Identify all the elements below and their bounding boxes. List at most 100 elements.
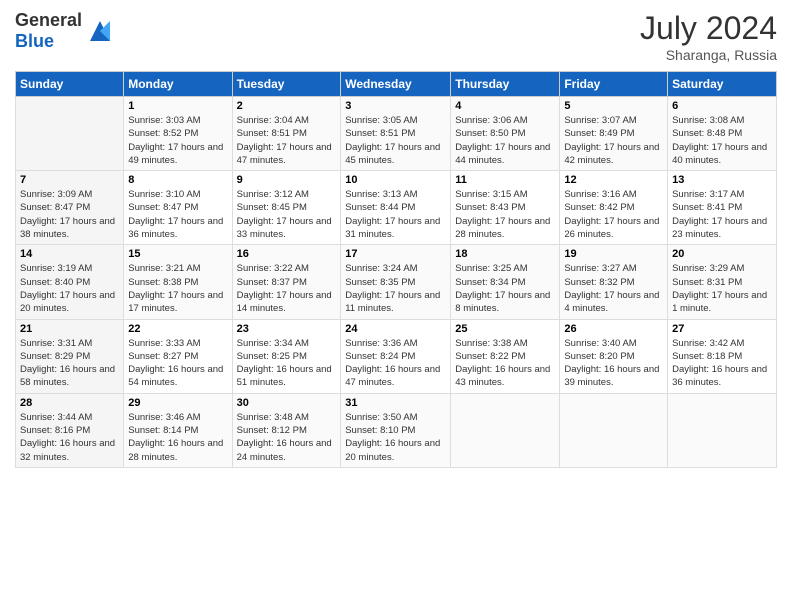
day-number: 11 — [455, 174, 555, 186]
day-info: Sunrise: 3:07 AM Sunset: 8:49 PM Dayligh… — [564, 114, 663, 167]
calendar-cell: 5 Sunrise: 3:07 AM Sunset: 8:49 PM Daylig… — [560, 97, 668, 171]
calendar-cell: 25 Sunrise: 3:38 AM Sunset: 8:22 PM Dayli… — [451, 319, 560, 393]
calendar-cell: 3Sunrise: 3:05 AM Sunset: 8:51 PM Daylig… — [341, 97, 451, 171]
col-saturday: Saturday — [668, 72, 777, 97]
day-number: 31 — [345, 397, 446, 409]
calendar-week-1: 7Sunrise: 3:09 AM Sunset: 8:47 PM Daylig… — [16, 171, 777, 245]
day-number: 20 — [672, 248, 772, 260]
calendar-cell: 20 Sunrise: 3:29 AM Sunset: 8:31 PM Dayli… — [668, 245, 777, 319]
day-number: 27 — [672, 323, 772, 335]
day-info: Sunrise: 3:29 AM Sunset: 8:31 PM Dayligh… — [672, 262, 772, 315]
day-info: Sunrise: 3:03 AM Sunset: 8:52 PM Dayligh… — [128, 114, 227, 167]
day-number: 25 — [455, 323, 555, 335]
col-monday: Monday — [124, 72, 232, 97]
day-info: Sunrise: 3:17 AM Sunset: 8:41 PM Dayligh… — [672, 188, 772, 241]
day-info: Sunrise: 3:19 AM Sunset: 8:40 PM Dayligh… — [20, 262, 119, 315]
calendar-cell: 30 Sunrise: 3:48 AM Sunset: 8:12 PM Dayli… — [232, 393, 341, 467]
day-info: Sunrise: 3:31 AM Sunset: 8:29 PM Dayligh… — [20, 337, 119, 390]
calendar-cell: 26 Sunrise: 3:40 AM Sunset: 8:20 PM Dayli… — [560, 319, 668, 393]
calendar-week-2: 14Sunrise: 3:19 AM Sunset: 8:40 PM Dayli… — [16, 245, 777, 319]
calendar-cell: 15 Sunrise: 3:21 AM Sunset: 8:38 PM Dayli… — [124, 245, 232, 319]
calendar-cell: 22 Sunrise: 3:33 AM Sunset: 8:27 PM Dayli… — [124, 319, 232, 393]
day-info: Sunrise: 3:22 AM Sunset: 8:37 PM Dayligh… — [237, 262, 337, 315]
day-number: 21 — [20, 323, 119, 335]
day-info: Sunrise: 3:36 AM Sunset: 8:24 PM Dayligh… — [345, 337, 446, 390]
calendar-cell: 31Sunrise: 3:50 AM Sunset: 8:10 PM Dayli… — [341, 393, 451, 467]
logo: General Blue — [15, 10, 114, 52]
day-info: Sunrise: 3:15 AM Sunset: 8:43 PM Dayligh… — [455, 188, 555, 241]
calendar-cell: 6Sunrise: 3:08 AM Sunset: 8:48 PM Daylig… — [668, 97, 777, 171]
calendar-cell — [451, 393, 560, 467]
calendar-cell: 24Sunrise: 3:36 AM Sunset: 8:24 PM Dayli… — [341, 319, 451, 393]
day-number: 28 — [20, 397, 119, 409]
calendar-cell: 28Sunrise: 3:44 AM Sunset: 8:16 PM Dayli… — [16, 393, 124, 467]
day-number: 10 — [345, 174, 446, 186]
day-number: 4 — [455, 100, 555, 112]
calendar-week-0: 1 Sunrise: 3:03 AM Sunset: 8:52 PM Daylig… — [16, 97, 777, 171]
calendar-cell: 19 Sunrise: 3:27 AM Sunset: 8:32 PM Dayli… — [560, 245, 668, 319]
day-info: Sunrise: 3:48 AM Sunset: 8:12 PM Dayligh… — [237, 411, 337, 464]
calendar-cell: 16 Sunrise: 3:22 AM Sunset: 8:37 PM Dayli… — [232, 245, 341, 319]
logo-general: General — [15, 10, 82, 30]
day-info: Sunrise: 3:27 AM Sunset: 8:32 PM Dayligh… — [564, 262, 663, 315]
col-sunday: Sunday — [16, 72, 124, 97]
calendar-cell: 12 Sunrise: 3:16 AM Sunset: 8:42 PM Dayli… — [560, 171, 668, 245]
calendar-cell: 1 Sunrise: 3:03 AM Sunset: 8:52 PM Daylig… — [124, 97, 232, 171]
day-number: 26 — [564, 323, 663, 335]
title-block: July 2024 Sharanga, Russia — [640, 10, 777, 63]
calendar-cell: 14Sunrise: 3:19 AM Sunset: 8:40 PM Dayli… — [16, 245, 124, 319]
day-number: 12 — [564, 174, 663, 186]
calendar-cell: 27Sunrise: 3:42 AM Sunset: 8:18 PM Dayli… — [668, 319, 777, 393]
day-number: 15 — [128, 248, 227, 260]
calendar-cell: 7Sunrise: 3:09 AM Sunset: 8:47 PM Daylig… — [16, 171, 124, 245]
col-friday: Friday — [560, 72, 668, 97]
day-info: Sunrise: 3:04 AM Sunset: 8:51 PM Dayligh… — [237, 114, 337, 167]
day-info: Sunrise: 3:05 AM Sunset: 8:51 PM Dayligh… — [345, 114, 446, 167]
day-info: Sunrise: 3:21 AM Sunset: 8:38 PM Dayligh… — [128, 262, 227, 315]
day-number: 16 — [237, 248, 337, 260]
day-info: Sunrise: 3:38 AM Sunset: 8:22 PM Dayligh… — [455, 337, 555, 390]
calendar-cell: 10Sunrise: 3:13 AM Sunset: 8:44 PM Dayli… — [341, 171, 451, 245]
day-number: 9 — [237, 174, 337, 186]
calendar-cell: 13 Sunrise: 3:17 AM Sunset: 8:41 PM Dayli… — [668, 171, 777, 245]
calendar-cell: 4 Sunrise: 3:06 AM Sunset: 8:50 PM Daylig… — [451, 97, 560, 171]
col-tuesday: Tuesday — [232, 72, 341, 97]
location: Sharanga, Russia — [640, 47, 777, 63]
month-year: July 2024 — [640, 10, 777, 47]
calendar-table: Sunday Monday Tuesday Wednesday Thursday… — [15, 71, 777, 468]
calendar-cell: 2 Sunrise: 3:04 AM Sunset: 8:51 PM Daylig… — [232, 97, 341, 171]
calendar-cell — [668, 393, 777, 467]
day-number: 30 — [237, 397, 337, 409]
day-number: 22 — [128, 323, 227, 335]
day-number: 29 — [128, 397, 227, 409]
day-info: Sunrise: 3:08 AM Sunset: 8:48 PM Dayligh… — [672, 114, 772, 167]
day-info: Sunrise: 3:34 AM Sunset: 8:25 PM Dayligh… — [237, 337, 337, 390]
day-info: Sunrise: 3:46 AM Sunset: 8:14 PM Dayligh… — [128, 411, 227, 464]
day-info: Sunrise: 3:10 AM Sunset: 8:47 PM Dayligh… — [128, 188, 227, 241]
day-info: Sunrise: 3:25 AM Sunset: 8:34 PM Dayligh… — [455, 262, 555, 315]
day-number: 8 — [128, 174, 227, 186]
calendar-week-3: 21 Sunrise: 3:31 AM Sunset: 8:29 PM Dayli… — [16, 319, 777, 393]
day-number: 1 — [128, 100, 227, 112]
logo-blue: Blue — [15, 31, 54, 51]
calendar-container: General Blue July 2024 Sharanga, Russia … — [0, 0, 792, 478]
day-number: 2 — [237, 100, 337, 112]
calendar-cell: 21 Sunrise: 3:31 AM Sunset: 8:29 PM Dayli… — [16, 319, 124, 393]
day-info: Sunrise: 3:33 AM Sunset: 8:27 PM Dayligh… — [128, 337, 227, 390]
calendar-cell: 17Sunrise: 3:24 AM Sunset: 8:35 PM Dayli… — [341, 245, 451, 319]
calendar-cell: 9Sunrise: 3:12 AM Sunset: 8:45 PM Daylig… — [232, 171, 341, 245]
calendar-cell: 23Sunrise: 3:34 AM Sunset: 8:25 PM Dayli… — [232, 319, 341, 393]
calendar-cell: 29 Sunrise: 3:46 AM Sunset: 8:14 PM Dayli… — [124, 393, 232, 467]
day-number: 17 — [345, 248, 446, 260]
day-info: Sunrise: 3:09 AM Sunset: 8:47 PM Dayligh… — [20, 188, 119, 241]
day-info: Sunrise: 3:16 AM Sunset: 8:42 PM Dayligh… — [564, 188, 663, 241]
day-number: 18 — [455, 248, 555, 260]
header-row: Sunday Monday Tuesday Wednesday Thursday… — [16, 72, 777, 97]
calendar-cell — [16, 97, 124, 171]
day-number: 13 — [672, 174, 772, 186]
day-info: Sunrise: 3:40 AM Sunset: 8:20 PM Dayligh… — [564, 337, 663, 390]
day-number: 19 — [564, 248, 663, 260]
day-info: Sunrise: 3:06 AM Sunset: 8:50 PM Dayligh… — [455, 114, 555, 167]
logo-icon — [86, 17, 114, 45]
day-number: 5 — [564, 100, 663, 112]
